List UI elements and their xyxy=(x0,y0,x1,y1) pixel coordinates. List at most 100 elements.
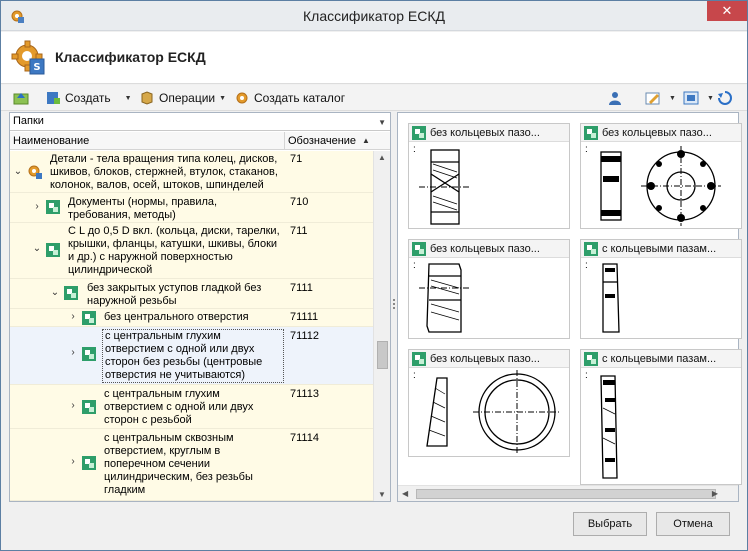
preview-card[interactable]: без кольцевых пазо... : xyxy=(580,123,742,229)
edit-view-button[interactable]: ▼ xyxy=(645,89,676,107)
catalog-node-icon xyxy=(64,286,78,300)
tree-row-code: 71111 xyxy=(290,311,319,323)
tree-row[interactable]: › с центральным сквозным отверстием, кру… xyxy=(10,429,373,501)
chevron-right-icon[interactable]: › xyxy=(68,400,78,411)
column-name[interactable]: Наименование xyxy=(13,135,89,147)
chevron-right-icon[interactable]: › xyxy=(32,201,42,212)
preview-card[interactable]: без кольцевых пазо... : xyxy=(408,349,570,457)
tree-row-line: С L до 0,5 D вкл. (кольца, диски, тарелк… xyxy=(68,225,280,237)
catalog-node-icon xyxy=(82,400,96,414)
preview-card-header: без кольцевых пазо... xyxy=(581,124,741,142)
preview-card[interactable]: без кольцевых пазо... : xyxy=(408,239,570,339)
catalog-node-icon xyxy=(412,242,426,256)
chevron-down-icon: ▼ xyxy=(707,94,714,102)
chevron-down-icon[interactable]: ⌄ xyxy=(50,287,60,298)
part-drawing xyxy=(419,263,471,333)
scroll-left-icon[interactable]: ◀ xyxy=(402,489,408,498)
classifier-tree: ⌄ Детали - тела вращения типа колец, дис… xyxy=(10,151,373,501)
gear-icon xyxy=(236,92,248,104)
chevron-right-icon[interactable]: › xyxy=(68,456,78,467)
panel-splitter[interactable] xyxy=(392,297,396,311)
tree-row-name: Документы (нормы, правила, требования, м… xyxy=(68,196,217,222)
preview-card-title: с кольцевыми пазам... xyxy=(602,353,717,365)
folders-select[interactable]: Папки ▼ xyxy=(10,113,390,131)
tree-row-code: 71113 xyxy=(290,388,319,400)
sort-asc-icon: ▲ xyxy=(362,136,370,145)
column-separator xyxy=(284,132,285,150)
create-catalog-button[interactable]: Создать каталог xyxy=(234,89,345,107)
chevron-down-icon[interactable]: ⌄ xyxy=(13,166,23,177)
create-button[interactable]: Создать ▼ xyxy=(45,89,132,107)
chevron-down-icon: ▼ xyxy=(124,94,132,102)
folders-label: Папки xyxy=(13,115,44,127)
header-title: Классификатор ЕСКД xyxy=(55,49,206,65)
preview-card-header: без кольцевых пазо... xyxy=(409,240,569,258)
select-button[interactable]: Выбрать xyxy=(573,512,647,536)
catalog-node-icon xyxy=(46,200,60,214)
tree-row[interactable]: ⌄ Детали - тела вращения типа колец, дис… xyxy=(10,151,373,193)
scroll-up-icon[interactable]: ▲ xyxy=(378,153,386,162)
tree-row-name: с центральным глухим отверстием с одной … xyxy=(104,388,253,427)
tree-vertical-scrollbar[interactable]: ▲ ▼ xyxy=(373,151,390,501)
catalog-node-icon xyxy=(46,243,60,257)
view-mode-button[interactable]: ▼ xyxy=(683,89,714,107)
cancel-button[interactable]: Отмена xyxy=(656,512,730,536)
scroll-right-icon[interactable]: ▶ xyxy=(712,489,718,498)
title-bar: Классификатор ЕСКД ✕ xyxy=(1,1,747,31)
catalog-node-icon xyxy=(584,242,598,256)
tree-row-selected[interactable]: › с центральным глухим отверстием с одно… xyxy=(10,327,373,385)
tree-row[interactable]: › без центрального отверстия 71111 xyxy=(10,309,373,327)
chevron-down-icon[interactable]: ⌄ xyxy=(32,243,42,254)
tree-row-name: без центрального отверстия xyxy=(104,311,249,324)
tree-row[interactable]: ⌄ С L до 0,5 D вкл. (кольца, диски, таре… xyxy=(10,223,373,279)
tree-row-line: сторон без резьбы (центровые xyxy=(105,356,263,368)
refresh-button[interactable] xyxy=(717,89,737,107)
preview-panel: без кольцевых пазо... : без кольцевых па… xyxy=(397,112,742,502)
tree-row-line: требования, методы) xyxy=(68,209,176,221)
scroll-down-icon[interactable]: ▼ xyxy=(378,490,386,499)
folder-up-icon xyxy=(13,93,29,105)
gear-document-icon: S xyxy=(11,40,45,75)
tree-row[interactable]: ⌄ без закрытых уступов гладкой без наруж… xyxy=(10,279,373,309)
tree-row[interactable]: › с центральным глухим отверстием с одно… xyxy=(10,385,373,429)
preview-card[interactable]: без кольцевых пазо... : xyxy=(408,123,570,229)
tree-row-line: сторон с резьбой xyxy=(104,414,192,426)
operations-icon xyxy=(141,91,153,105)
classifier-window: Классификатор ЕСКД ✕ S Классификатор ЕСК… xyxy=(0,0,748,551)
create-catalog-label: Создать каталог xyxy=(254,91,346,105)
window-title: Классификатор ЕСКД xyxy=(303,8,445,24)
preview-card-title: с кольцевыми пазам... xyxy=(602,243,717,255)
preview-card[interactable]: с кольцевыми пазам... : xyxy=(580,239,742,339)
user-button[interactable] xyxy=(607,89,627,107)
chevron-right-icon[interactable]: › xyxy=(68,347,78,358)
column-code[interactable]: Обозначение xyxy=(288,135,356,147)
preview-card-header: с кольцевыми пазам... xyxy=(581,240,741,258)
tree-row-line: без центрального отверстия xyxy=(104,311,249,323)
tree-row-line: поперечном сечении xyxy=(104,458,211,470)
create-label: Создать xyxy=(65,91,111,105)
chevron-right-icon[interactable]: › xyxy=(68,311,78,322)
svg-text:S: S xyxy=(33,62,40,73)
scroll-thumb[interactable] xyxy=(416,489,716,499)
tree-row-line: отверстием с одной или двух xyxy=(105,343,255,355)
view-icon xyxy=(683,91,699,105)
tree-row-line: отверстия не учитываются) xyxy=(105,369,246,381)
scroll-thumb[interactable] xyxy=(377,341,388,369)
column-header: Наименование Обозначение ▲ xyxy=(10,132,390,150)
preview-card[interactable]: с кольцевыми пазам... : xyxy=(580,349,742,485)
preview-card-header: с кольцевыми пазам... xyxy=(581,350,741,368)
close-button[interactable]: ✕ xyxy=(707,1,747,21)
create-icon xyxy=(47,92,60,104)
catalog-node-icon xyxy=(82,456,96,470)
gear-icon xyxy=(28,165,42,179)
up-level-button[interactable] xyxy=(13,89,33,107)
catalog-node-icon xyxy=(82,311,96,325)
preview-card-title: без кольцевых пазо... xyxy=(602,127,712,139)
part-drawing xyxy=(602,263,620,333)
header: S Классификатор ЕСКД xyxy=(1,32,747,84)
tree-row[interactable]: › Документы (нормы, правила, требования,… xyxy=(10,193,373,223)
preview-horizontal-scrollbar[interactable]: ◀ ▶ xyxy=(398,485,738,501)
tree-row-line: гладким xyxy=(104,484,146,496)
operations-button[interactable]: Операции ▼ xyxy=(139,89,226,107)
tree-row-code: 711 xyxy=(290,225,308,237)
